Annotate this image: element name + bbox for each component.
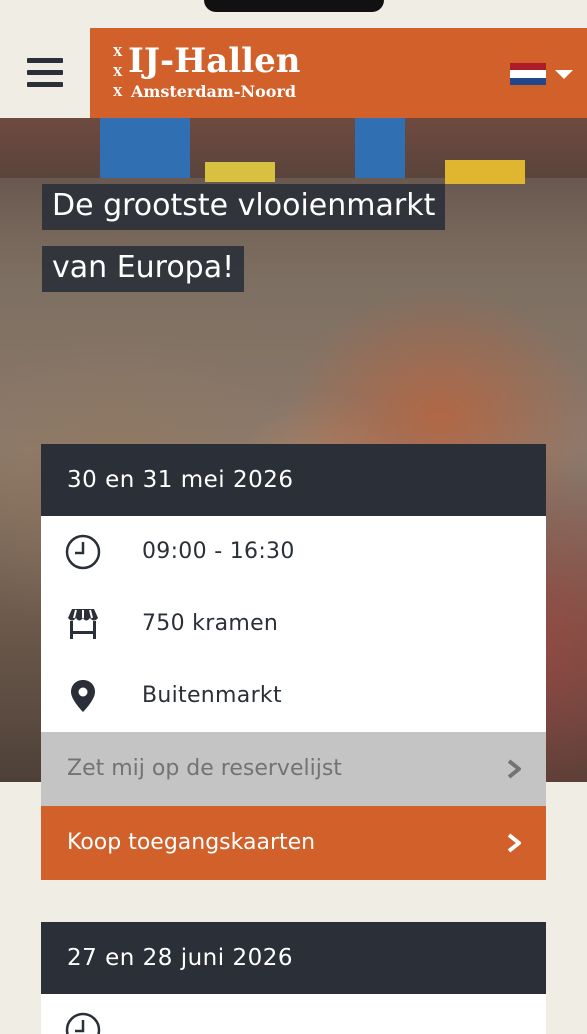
hero-background-door — [100, 118, 190, 178]
event-time-row: 09:00 - 16:30 — [41, 516, 546, 588]
clock-icon — [65, 1012, 101, 1034]
hamburger-menu-icon-bar — [27, 70, 63, 75]
reserve-list-button[interactable]: Zet mij op de reservelijst — [41, 732, 546, 806]
chevron-right-icon — [507, 759, 521, 779]
buy-tickets-button[interactable]: Koop toegangskaarten — [41, 806, 546, 880]
hero-banner — [205, 162, 275, 182]
event-location: Buitenmarkt — [142, 683, 282, 708]
hero-title-line: van Europa! — [42, 246, 245, 292]
hero-banner — [445, 160, 525, 184]
market-stall-icon — [68, 609, 98, 639]
logo-title: IJ-Hallen — [128, 41, 301, 81]
netherlands-flag-icon — [510, 63, 546, 85]
logo-x-mark: X — [113, 85, 123, 99]
hero-title: De grootste vlooienmarkt — [42, 184, 446, 230]
event-date: 27 en 28 juni 2026 — [41, 922, 546, 994]
logo-subtitle: Amsterdam-Noord — [131, 82, 297, 101]
event-stalls-row: 750 kramen — [41, 588, 546, 660]
event-location-row: Buitenmarkt — [41, 660, 546, 732]
hamburger-menu-icon-bar — [27, 82, 63, 87]
event-date: 30 en 31 mei 2026 — [41, 444, 546, 516]
event-time-row — [41, 994, 546, 1034]
event-stalls: 750 kramen — [142, 611, 279, 636]
map-pin-icon — [71, 680, 95, 712]
event-card: 27 en 28 juni 2026 — [41, 922, 546, 1034]
chevron-right-icon — [507, 833, 521, 853]
hero-background-door — [355, 118, 405, 178]
logo-x-mark: X — [113, 65, 123, 79]
language-selector[interactable] — [500, 48, 580, 98]
event-time: 09:00 - 16:30 — [142, 539, 295, 564]
brand-bar: X X X IJ-Hallen Amsterdam-Noord — [90, 28, 587, 118]
hamburger-menu-icon — [27, 58, 63, 63]
logo-x-mark: X — [113, 45, 123, 59]
hero-title-line: De grootste vlooienmarkt — [42, 184, 446, 230]
site-logo[interactable]: X X X IJ-Hallen Amsterdam-Noord — [90, 28, 410, 118]
site-header: X X X IJ-Hallen Amsterdam-Noord — [0, 28, 587, 118]
event-card: 30 en 31 mei 2026 09:00 - 16:30 750 kram… — [41, 444, 546, 880]
reserve-list-label: Zet mij op de reservelijst — [67, 756, 342, 781]
buy-tickets-label: Koop toegangskaarten — [67, 830, 316, 855]
device-notch — [204, 0, 384, 12]
clock-icon — [65, 534, 101, 570]
hero-title: van Europa! — [42, 246, 245, 292]
chevron-down-icon — [555, 70, 573, 79]
menu-button[interactable] — [0, 28, 90, 118]
